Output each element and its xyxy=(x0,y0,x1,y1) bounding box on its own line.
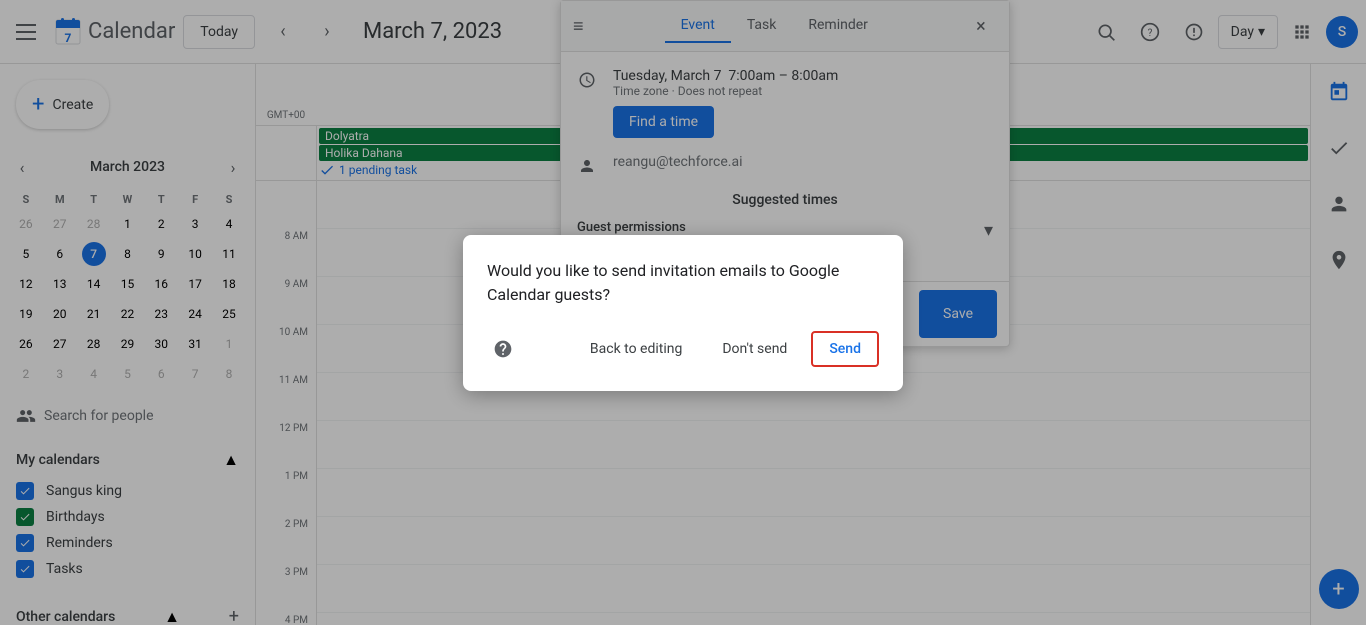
dont-send-button[interactable]: Don't send xyxy=(706,333,803,365)
dialog-help-button[interactable] xyxy=(487,333,519,365)
dialog: Would you like to send invitation emails… xyxy=(463,235,903,391)
dialog-title: Would you like to send invitation emails… xyxy=(487,259,879,307)
dialog-overlay: Would you like to send invitation emails… xyxy=(0,0,1366,625)
back-to-editing-button[interactable]: Back to editing xyxy=(574,333,698,365)
dialog-actions: Back to editing Don't send Send xyxy=(487,331,879,367)
send-button[interactable]: Send xyxy=(811,331,879,367)
